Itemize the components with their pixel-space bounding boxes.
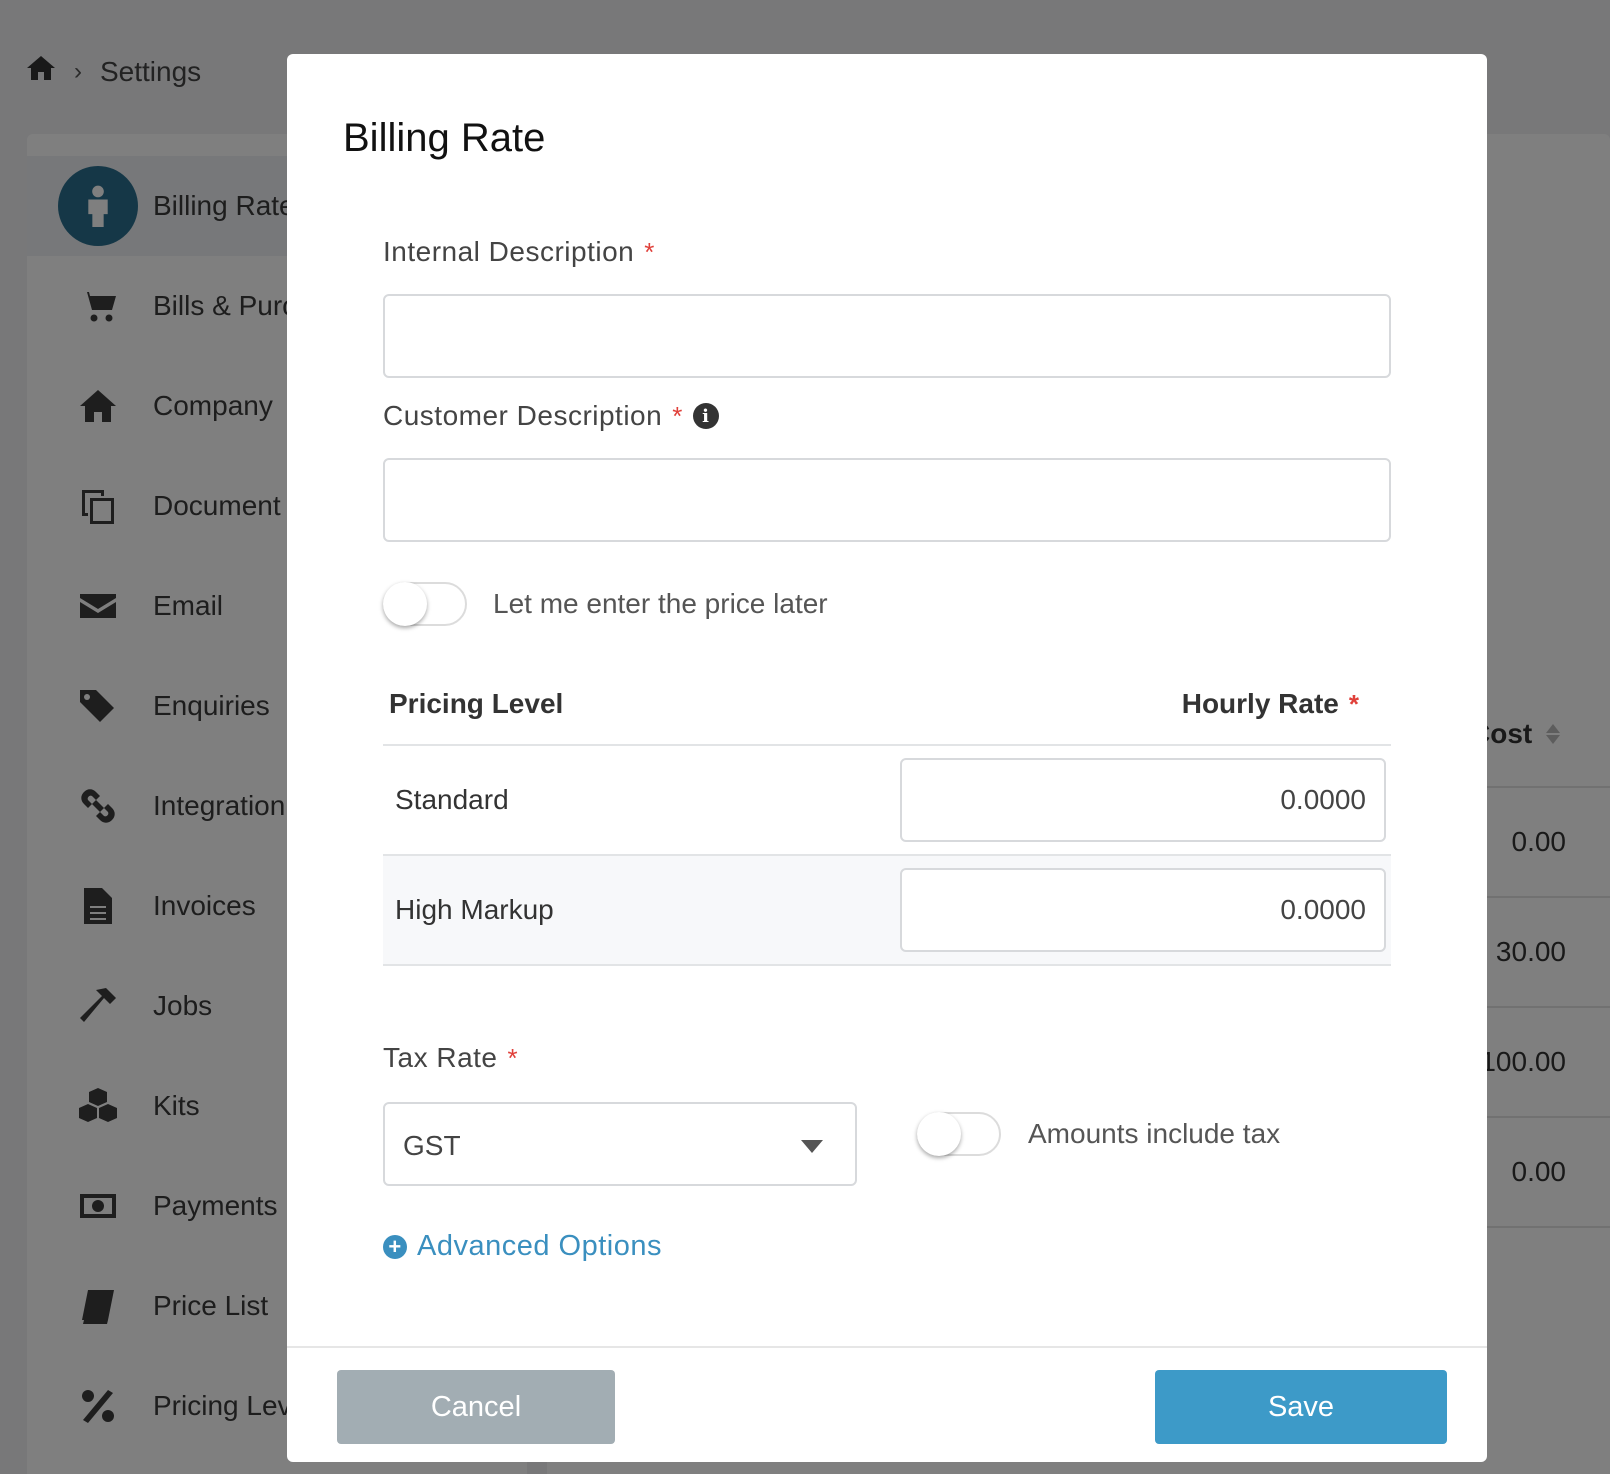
label-text: Tax Rate [383, 1042, 498, 1073]
tax-rate-select[interactable]: GST [383, 1102, 857, 1186]
price-later-toggle[interactable] [383, 582, 467, 626]
info-icon[interactable]: i [692, 403, 719, 429]
pricing-row-high-markup: High Markup [383, 856, 1391, 966]
price-later-label: Let me enter the price later [493, 588, 828, 619]
required-marker: * [1348, 688, 1359, 719]
billing-rate-modal: Billing Rate Internal Description * Cust… [287, 54, 1487, 1462]
pricing-level-header: Pricing Level [389, 688, 564, 719]
advanced-options-label: Advanced Options [417, 1230, 662, 1262]
internal-description-input[interactable] [383, 294, 1391, 378]
amounts-include-tax-label: Amounts include tax [1028, 1118, 1281, 1149]
advanced-options-link[interactable]: + Advanced Options [383, 1230, 662, 1263]
required-marker: * [644, 236, 655, 267]
hourly-rate-input-high-markup[interactable] [900, 868, 1386, 952]
caret-down-icon [801, 1140, 823, 1153]
label-text: Customer Description [383, 400, 663, 431]
internal-description-label: Internal Description * [383, 236, 655, 268]
pricing-level-name: High Markup [395, 894, 554, 925]
hourly-rate-input-standard[interactable] [900, 758, 1386, 842]
customer-description-input[interactable] [383, 458, 1391, 542]
amounts-include-tax-toggle[interactable] [917, 1112, 1001, 1156]
label-text: Internal Description [383, 236, 635, 267]
hourly-rate-label: Hourly Rate [1181, 688, 1339, 719]
tax-rate-value: GST [403, 1130, 461, 1161]
required-marker: * [507, 1042, 519, 1073]
hourly-rate-header: Hourly Rate * [1182, 688, 1359, 720]
cancel-button[interactable]: Cancel [337, 1370, 615, 1444]
pricing-level-name: Standard [395, 784, 509, 815]
pricing-row-standard: Standard [383, 746, 1391, 856]
pricing-table-header: Pricing Level Hourly Rate * [383, 674, 1391, 746]
customer-description-label: Customer Description * i [383, 400, 719, 432]
modal-title: Billing Rate [343, 116, 546, 160]
plus-circle-icon: + [383, 1234, 407, 1259]
save-button[interactable]: Save [1155, 1370, 1447, 1444]
required-marker: * [672, 400, 683, 431]
tax-rate-label: Tax Rate * [383, 1042, 518, 1074]
modal-footer: Cancel Save [287, 1346, 1487, 1462]
